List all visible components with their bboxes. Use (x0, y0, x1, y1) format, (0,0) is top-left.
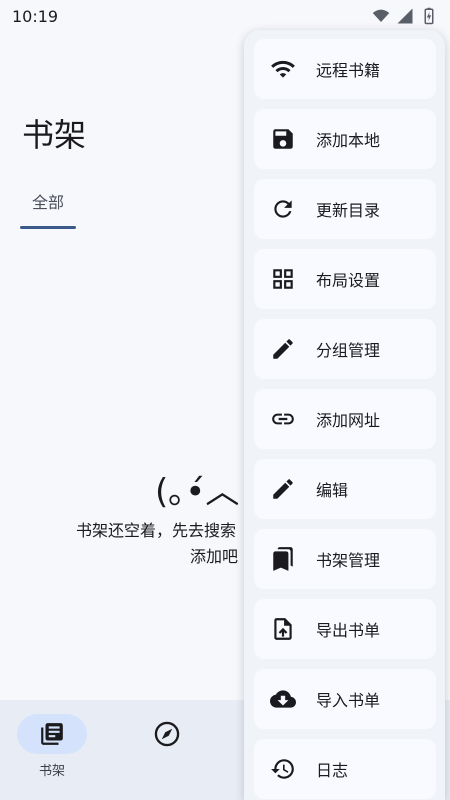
wifi-icon (372, 9, 390, 22)
status-icons (372, 7, 438, 25)
menu-label: 书架管理 (316, 551, 381, 570)
menu-item-import-booklist[interactable]: 导入书单 (254, 669, 436, 729)
empty-state-line1: 书架还空着，先去搜索 (76, 521, 237, 540)
menu-label: 日志 (316, 761, 349, 780)
nav-item-explore[interactable] (131, 714, 203, 754)
tab-label: 全部 (31, 193, 64, 212)
tab-all[interactable]: 全部 (20, 180, 76, 230)
menu-item-group-manage[interactable]: 分组管理 (254, 319, 436, 379)
menu-item-edit[interactable]: 编辑 (254, 459, 436, 519)
menu-item-update-toc[interactable]: 更新目录 (254, 179, 436, 239)
battery-icon (424, 7, 434, 25)
overflow-menu: 远程书籍 添加本地 更新目录 布局设置 分组管理 添加网址 编辑 书架管理 导出… (244, 30, 445, 800)
wifi-icon (271, 60, 295, 78)
menu-label: 更新目录 (316, 201, 381, 220)
nav-pill-active (17, 714, 87, 754)
menu-item-layout-settings[interactable]: 布局设置 (254, 249, 436, 309)
grid-icon (273, 269, 293, 289)
refresh-icon (274, 200, 292, 218)
menu-label: 布局设置 (316, 271, 381, 290)
menu-label: 添加网址 (316, 411, 381, 430)
menu-label: 添加本地 (316, 131, 381, 150)
file-upload-icon (274, 618, 292, 640)
menu-label: 编辑 (316, 481, 349, 500)
pencil-icon (273, 339, 293, 359)
compass-icon (154, 721, 180, 747)
cloud-download-icon (270, 690, 296, 708)
menu-item-add-url[interactable]: 添加网址 (254, 389, 436, 449)
menu-item-export-booklist[interactable]: 导出书单 (254, 599, 436, 659)
nav-label-bookshelf: 书架 (38, 764, 65, 779)
nav-item-bookshelf[interactable]: 书架 (16, 714, 88, 779)
status-bar: 10:19 (0, 0, 450, 32)
status-time: 10:19 (12, 6, 59, 26)
menu-item-add-local[interactable]: 添加本地 (254, 109, 436, 169)
menu-label: 导出书单 (316, 621, 381, 640)
library-icon (41, 723, 63, 745)
save-icon (273, 129, 293, 149)
page-title: 书架 (22, 116, 87, 154)
menu-item-remote-books[interactable]: 远程书籍 (254, 39, 436, 99)
bookmarks-icon (273, 547, 293, 571)
menu-label: 分组管理 (316, 341, 381, 360)
menu-item-log[interactable]: 日志 (254, 739, 436, 799)
menu-label: 导入书单 (316, 691, 381, 710)
pencil-icon (273, 479, 293, 499)
signal-icon (397, 8, 413, 24)
menu-item-bookshelf-manage[interactable]: 书架管理 (254, 529, 436, 589)
tab-indicator (20, 226, 76, 229)
menu-label: 远程书籍 (316, 61, 381, 80)
history-icon (271, 759, 294, 779)
link-icon (272, 413, 294, 425)
